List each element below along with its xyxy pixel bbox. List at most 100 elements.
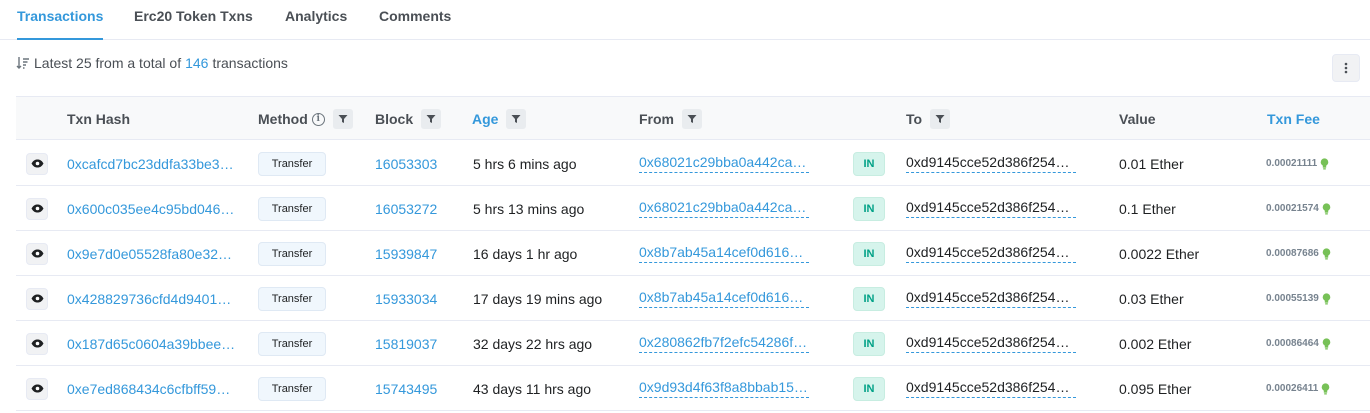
method-badge: Transfer	[258, 331, 326, 356]
tab-erc20-token-txns[interactable]: Erc20 Token Txns	[134, 0, 253, 40]
eye-icon	[31, 294, 43, 303]
funnel-icon	[338, 115, 348, 123]
direction-badge: IN	[853, 286, 885, 311]
txn-age: 5 hrs 6 mins ago	[473, 155, 577, 172]
lightbulb-icon[interactable]	[1321, 382, 1330, 395]
to-address[interactable]: 0xd9145cce52d386f254…	[906, 379, 1076, 398]
txn-age: 17 days 19 mins ago	[473, 290, 603, 307]
block-link[interactable]: 15939847	[375, 246, 437, 262]
info-circle-icon[interactable]: i	[311, 112, 325, 126]
tab-bar: Transactions Erc20 Token Txns Analytics …	[0, 0, 1370, 40]
txn-fee: 0.00021111	[1266, 158, 1318, 169]
block-link[interactable]: 16053303	[375, 156, 437, 172]
view-details-button[interactable]	[26, 242, 48, 265]
txn-value: 0.002 Ether	[1119, 335, 1192, 352]
method-badge: Transfer	[258, 241, 326, 266]
table-row: 0x187d65c0604a39bbee… Transfer 15819037 …	[16, 321, 1370, 366]
table-row: 0x9e7d0e05528fa80e32… Transfer 15939847 …	[16, 231, 1370, 276]
from-address-link[interactable]: 0x68021c29bba0a442ca…	[639, 199, 809, 218]
method-badge: Transfer	[258, 196, 326, 221]
summary-count-link[interactable]: 146	[185, 55, 208, 71]
from-address-link[interactable]: 0x8b7ab45a14cef0d616…	[639, 289, 809, 308]
txn-fee: 0.00055139	[1266, 293, 1319, 304]
txn-fee: 0.00021574	[1266, 203, 1319, 214]
block-link[interactable]: 15933034	[375, 291, 437, 307]
funnel-icon	[687, 115, 697, 123]
column-header-txn-hash: Txn Hash	[67, 97, 130, 141]
view-details-button[interactable]	[26, 152, 48, 175]
direction-badge: IN	[853, 241, 885, 266]
more-options-button[interactable]	[1332, 54, 1360, 82]
lightbulb-icon[interactable]	[1322, 292, 1331, 305]
sort-descending-icon	[16, 57, 29, 69]
lightbulb-icon[interactable]	[1322, 202, 1331, 215]
to-address[interactable]: 0xd9145cce52d386f254…	[906, 244, 1076, 263]
column-header-from: From	[639, 97, 702, 141]
to-address[interactable]: 0xd9145cce52d386f254…	[906, 154, 1076, 173]
vertical-ellipsis-icon	[1344, 62, 1348, 74]
view-details-button[interactable]	[26, 332, 48, 355]
txn-fee: 0.00087686	[1266, 248, 1319, 259]
txn-hash-link[interactable]: 0x428829736cfd4d9401…	[67, 291, 237, 307]
tab-transactions[interactable]: Transactions	[17, 0, 104, 40]
from-filter-button[interactable]	[682, 109, 702, 129]
column-header-to: To	[906, 97, 951, 141]
funnel-icon	[511, 115, 521, 123]
table-row: 0x600c035ee4c95bd046… Transfer 16053272 …	[16, 186, 1370, 231]
eye-icon	[31, 249, 43, 258]
txn-age: 43 days 11 hrs ago	[473, 380, 592, 397]
direction-badge: IN	[853, 151, 885, 176]
txn-value: 0.03 Ether	[1119, 290, 1184, 307]
block-filter-button[interactable]	[421, 109, 442, 129]
summary-prefix: Latest 25 from a total of	[34, 55, 182, 71]
to-filter-button[interactable]	[930, 109, 951, 129]
column-header-txn-fee[interactable]: Txn Fee	[1267, 97, 1320, 141]
funnel-icon	[426, 115, 436, 123]
txn-hash-link[interactable]: 0x600c035ee4c95bd046…	[67, 201, 237, 217]
method-badge: Transfer	[258, 151, 326, 176]
direction-badge: IN	[853, 331, 885, 356]
eye-icon	[31, 384, 43, 393]
tab-comments[interactable]: Comments	[379, 0, 451, 40]
view-details-button[interactable]	[26, 377, 48, 400]
txn-hash-link[interactable]: 0xcafcd7bc23ddfa33be3…	[67, 156, 237, 172]
to-address[interactable]: 0xd9145cce52d386f254…	[906, 334, 1076, 353]
from-address-link[interactable]: 0x8b7ab45a14cef0d616…	[639, 244, 809, 263]
block-link[interactable]: 15743495	[375, 381, 437, 397]
method-filter-button[interactable]	[332, 109, 353, 129]
from-address-link[interactable]: 0x68021c29bba0a442ca…	[639, 154, 809, 173]
txn-value: 0.095 Ether	[1119, 380, 1192, 397]
from-address-link[interactable]: 0x9d93d4f63f8a8bbab15…	[639, 379, 809, 398]
column-header-age[interactable]: Age	[472, 97, 527, 141]
lightbulb-icon[interactable]	[1320, 157, 1329, 170]
funnel-icon	[935, 115, 945, 123]
block-link[interactable]: 15819037	[375, 336, 437, 352]
view-details-button[interactable]	[26, 197, 48, 220]
lightbulb-icon[interactable]	[1322, 247, 1331, 260]
view-details-button[interactable]	[26, 287, 48, 310]
to-address[interactable]: 0xd9145cce52d386f254…	[906, 289, 1076, 308]
txn-value: 0.1 Ether	[1119, 200, 1176, 217]
direction-badge: IN	[853, 376, 885, 401]
column-header-value: Value	[1119, 97, 1156, 141]
tab-analytics[interactable]: Analytics	[285, 0, 347, 40]
eye-icon	[31, 204, 43, 213]
txn-value: 0.0022 Ether	[1119, 245, 1200, 262]
txn-age: 32 days 22 hrs ago	[473, 335, 593, 352]
txn-hash-link[interactable]: 0xe7ed868434c6cfbff599…	[67, 381, 237, 397]
column-label-txn-fee[interactable]: Txn Fee	[1267, 111, 1320, 127]
age-filter-button[interactable]	[506, 109, 527, 129]
column-label-block: Block	[375, 111, 414, 127]
txn-hash-link[interactable]: 0x187d65c0604a39bbee…	[67, 336, 237, 352]
from-address-link[interactable]: 0x280862fb7f2efc54286f…	[639, 334, 809, 353]
txn-fee: 0.00026411	[1266, 383, 1319, 394]
txn-hash-link[interactable]: 0x9e7d0e05528fa80e32…	[67, 246, 237, 262]
block-link[interactable]: 16053272	[375, 201, 437, 217]
lightbulb-icon[interactable]	[1322, 337, 1331, 350]
eye-icon	[31, 339, 43, 348]
method-badge: Transfer	[258, 376, 326, 401]
to-address[interactable]: 0xd9145cce52d386f254…	[906, 199, 1076, 218]
column-label-age[interactable]: Age	[472, 111, 498, 127]
column-label-method: Method	[258, 111, 308, 127]
column-label-to: To	[906, 111, 923, 127]
